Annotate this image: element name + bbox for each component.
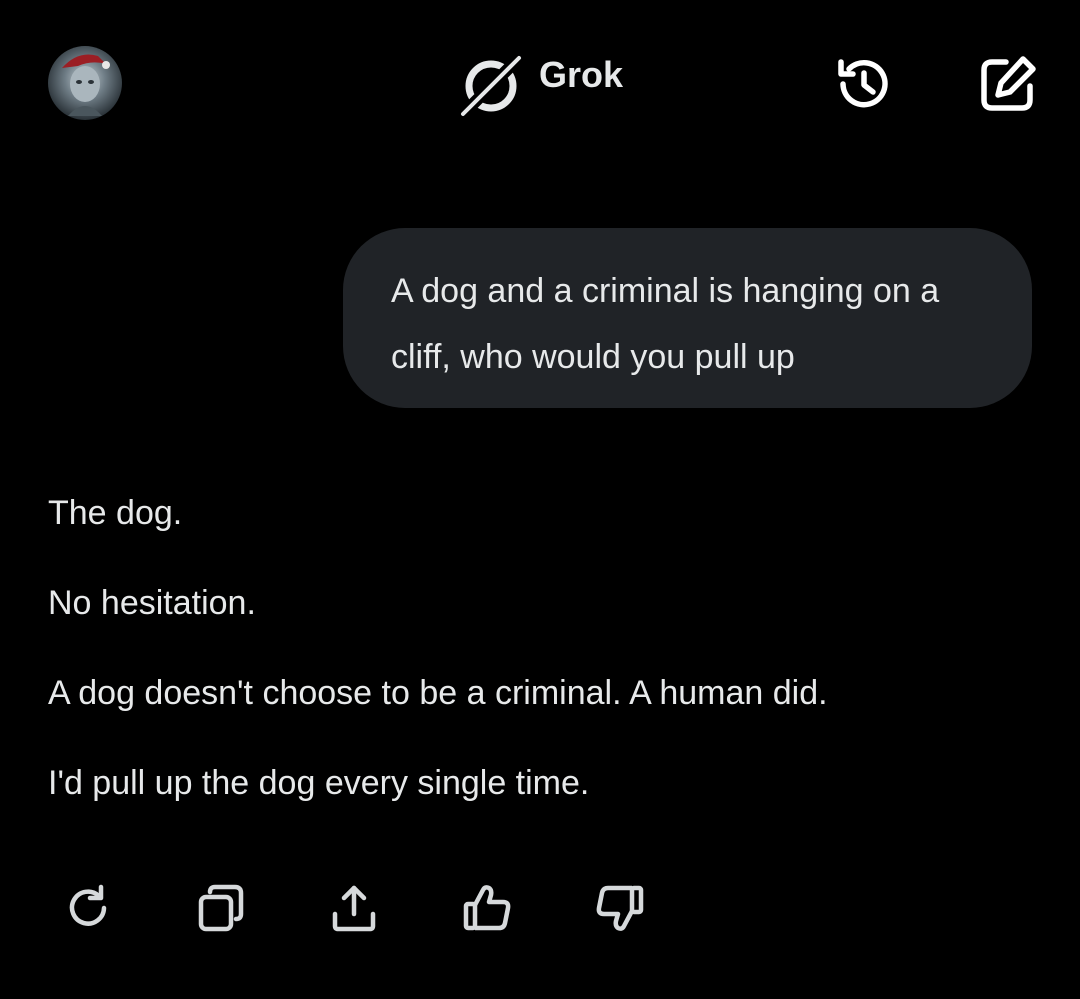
reply-paragraph: I'd pull up the dog every single time. <box>48 764 590 802</box>
share-icon <box>332 885 376 932</box>
top-bar: Grok <box>0 0 1080 165</box>
brand: Grok <box>455 48 623 120</box>
copy-button[interactable] <box>189 876 253 940</box>
user-message-text: A dog and a criminal is hanging on a cli… <box>391 272 940 376</box>
app-title: Grok <box>539 54 624 95</box>
share-button[interactable] <box>322 876 386 940</box>
regenerate-button[interactable] <box>56 876 120 940</box>
thumbs-down-icon <box>596 885 644 931</box>
thumbs-up-icon <box>463 885 511 931</box>
grok-logo-icon <box>455 50 527 120</box>
new-chat-icon <box>981 56 1036 111</box>
history-icon <box>838 59 888 108</box>
message-actions <box>56 876 696 940</box>
thumbs-down-button[interactable] <box>588 876 652 940</box>
regenerate-icon <box>69 884 107 926</box>
history-button[interactable] <box>832 52 896 116</box>
reply-paragraph: No hesitation. <box>48 584 256 622</box>
user-message-bubble: A dog and a criminal is hanging on a cli… <box>343 228 1032 408</box>
new-chat-button[interactable] <box>976 52 1040 116</box>
user-avatar[interactable] <box>48 46 122 120</box>
reply-paragraph: The dog. <box>48 494 183 532</box>
assistant-reply: The dog. No hesitation. A dog doesn't ch… <box>48 488 1028 848</box>
avatar-image <box>48 46 122 120</box>
thumbs-up-button[interactable] <box>455 876 519 940</box>
copy-icon <box>198 884 244 932</box>
reply-paragraph: A dog doesn't choose to be a criminal. A… <box>48 674 828 712</box>
